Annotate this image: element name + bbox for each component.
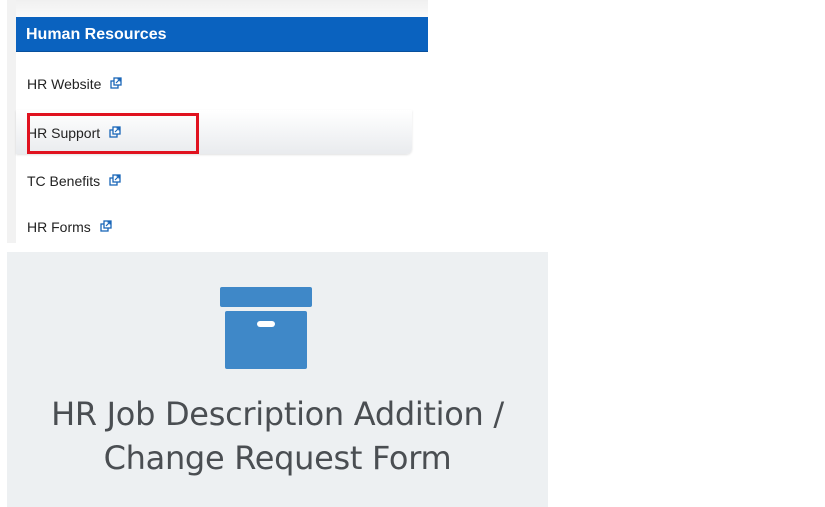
external-link-icon xyxy=(100,220,112,232)
form-title: HR Job Description Addition / Change Req… xyxy=(7,392,548,480)
form-tile-job-description[interactable]: HR Job Description Addition / Change Req… xyxy=(7,252,548,507)
archive-box-icon xyxy=(220,287,312,369)
form-title-line-1: HR Job Description Addition / xyxy=(51,395,504,433)
menu-item-label: HR Support xyxy=(27,125,101,142)
external-link-icon xyxy=(109,174,121,186)
menu-top-strip xyxy=(16,0,428,17)
menu-item-tc-benefits[interactable]: TC Benefits xyxy=(16,158,412,202)
menu-item-label: TC Benefits xyxy=(27,173,101,190)
menu-item-label: HR Forms xyxy=(27,219,91,236)
form-title-line-2: Change Request Form xyxy=(103,439,452,477)
menu-item-label: HR Website xyxy=(27,76,102,93)
menu-item-hr-website[interactable]: HR Website xyxy=(16,61,412,105)
external-link-icon xyxy=(109,126,121,138)
hr-menu-panel: Human Resources HR Website HR Support TC… xyxy=(7,0,428,243)
menu-item-hr-support[interactable]: HR Support xyxy=(16,110,412,154)
hr-menu: Human Resources HR Website HR Support TC… xyxy=(16,0,428,243)
hr-menu-header: Human Resources xyxy=(16,17,428,52)
menu-item-hr-forms[interactable]: HR Forms xyxy=(16,204,412,243)
page: Human Resources HR Website HR Support TC… xyxy=(0,0,825,507)
external-link-icon xyxy=(110,77,122,89)
